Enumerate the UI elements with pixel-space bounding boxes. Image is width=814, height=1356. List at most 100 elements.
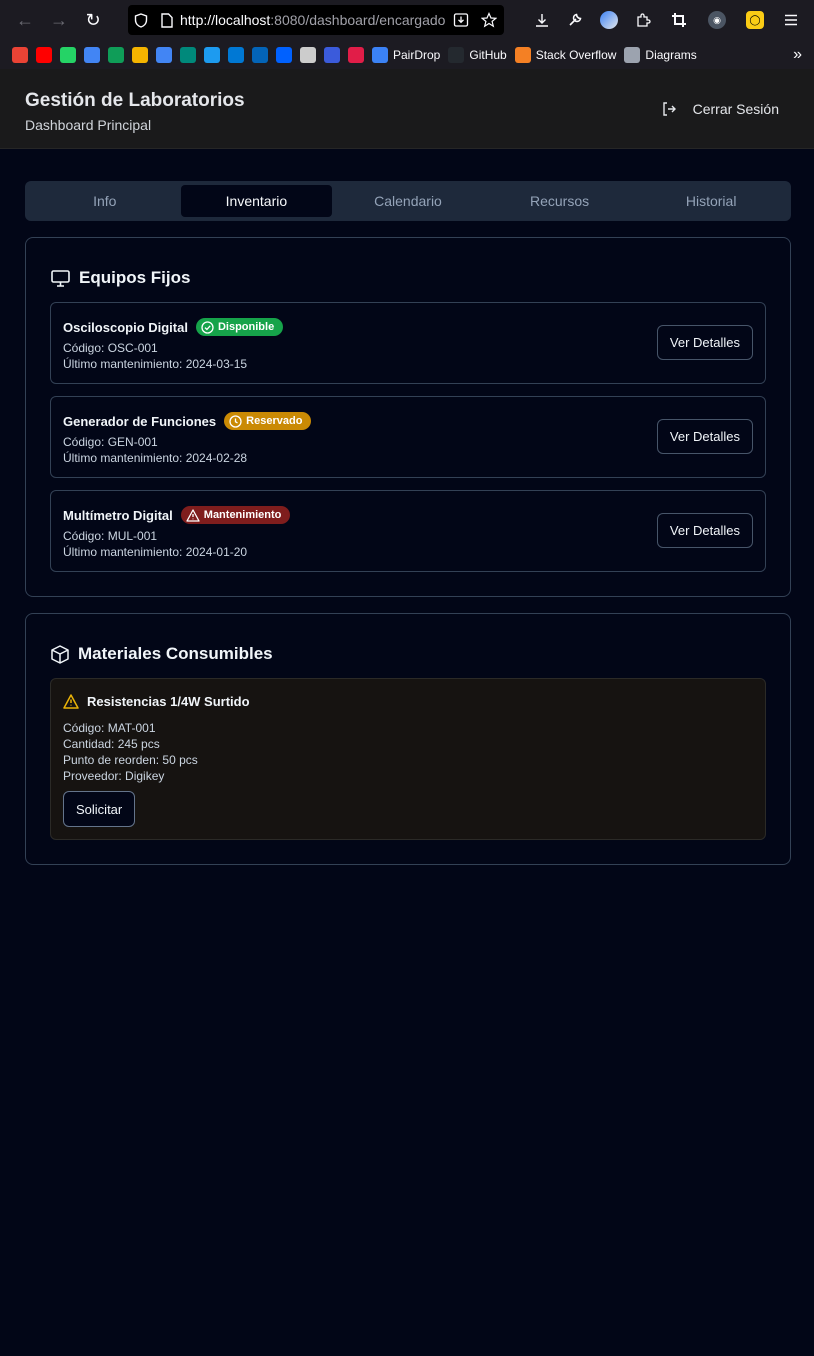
equipment-code: Código: GEN-001	[63, 435, 158, 449]
meet-icon	[180, 46, 196, 63]
bookmark-docs[interactable]	[84, 40, 100, 69]
profile-avatar-icon[interactable]	[594, 0, 624, 40]
bookmark-translate[interactable]	[156, 40, 172, 69]
material-code: Código: MAT-001	[63, 721, 156, 735]
scribd-icon	[348, 46, 364, 63]
docs-icon	[84, 46, 100, 63]
materiales-title: Materiales Consumibles	[78, 644, 273, 663]
reload-icon[interactable]: ↻	[76, 0, 110, 40]
bookmark-scribd[interactable]	[348, 40, 364, 69]
crop-icon[interactable]	[664, 0, 694, 40]
bookmark-label: GitHub	[469, 47, 507, 62]
extensions-icon[interactable]	[628, 0, 658, 40]
url-text[interactable]: http://localhost:8080/dashboard/encargad…	[180, 12, 448, 28]
bookmark-gmail[interactable]	[12, 40, 28, 69]
logout-label: Cerrar Sesión	[692, 101, 779, 117]
wrench-icon[interactable]	[560, 0, 590, 40]
bookmark-stack-overflow[interactable]: Stack Overflow	[514, 40, 617, 69]
privacy-extension-icon[interactable]: ◉	[702, 0, 732, 40]
clock-icon	[229, 414, 242, 428]
bookmark-whatsapp[interactable]	[60, 40, 76, 69]
material-reorder-point: Punto de reorden: 50 pcs	[63, 753, 198, 767]
slides-icon	[132, 46, 148, 63]
tab-calendario[interactable]: Calendario	[332, 185, 484, 217]
equipos-fijos-title: Equipos Fijos	[79, 268, 191, 287]
url-bar[interactable]: http://localhost:8080/dashboard/encargad…	[128, 5, 504, 35]
package-icon	[51, 644, 69, 664]
equipment-maintenance: Último mantenimiento: 2024-02-28	[63, 451, 248, 465]
gmail-icon	[12, 46, 28, 63]
materiales-consumibles-card: Materiales Consumibles Resistencias 1/4W…	[25, 613, 791, 865]
bookmark-slides[interactable]	[132, 40, 148, 69]
tab-info[interactable]: Info	[29, 185, 181, 217]
warning-triangle-icon	[63, 694, 79, 709]
material-name: Resistencias 1/4W Surtido	[87, 694, 250, 709]
github-copilot-icon	[300, 46, 316, 63]
bookmark-diagrams[interactable]: Diagrams	[624, 40, 697, 69]
material-name-row: Resistencias 1/4W Surtido	[63, 694, 250, 709]
back-icon[interactable]: ←	[8, 0, 42, 40]
logout-button[interactable]: Cerrar Sesión	[661, 101, 779, 117]
status-label: Mantenimiento	[203, 509, 282, 521]
ver-detalles-button[interactable]: Ver Detalles	[656, 513, 753, 548]
bookmark-onedrive[interactable]	[252, 40, 268, 69]
bookmark-label: Diagrams	[645, 47, 697, 62]
forward-icon[interactable]: →	[42, 0, 76, 40]
material-supplier: Proveedor: Digikey	[63, 769, 165, 783]
equipos-fijos-card: Equipos Fijos Osciloscopio Digital Dispo…	[25, 237, 791, 597]
youtube-icon	[36, 46, 52, 63]
menu-icon[interactable]	[776, 0, 806, 40]
tab-recursos[interactable]: Recursos	[484, 185, 636, 217]
bookmark-circle[interactable]	[324, 40, 340, 69]
logout-icon	[662, 102, 676, 116]
bookmark-github[interactable]: GitHub	[448, 40, 507, 69]
bookmark-github-copilot[interactable]	[300, 40, 316, 69]
whatsapp-icon	[60, 46, 76, 63]
stackoverflow-icon	[514, 46, 531, 63]
onedrive-icon	[252, 46, 268, 63]
lock-extension-icon[interactable]: ◯	[740, 0, 770, 40]
ver-detalles-button[interactable]: Ver Detalles	[656, 419, 753, 454]
equipos-fijos-heading: Equipos Fijos	[51, 268, 190, 288]
bookmark-meet[interactable]	[180, 40, 196, 69]
chevron-double-right-icon[interactable]: »	[793, 40, 802, 69]
bookmark-youtube[interactable]	[36, 40, 52, 69]
equipment-maintenance: Último mantenimiento: 2024-01-20	[63, 545, 248, 559]
bookmark-star-icon[interactable]	[474, 12, 504, 28]
bookmark-outlook[interactable]	[228, 40, 244, 69]
github-icon	[448, 46, 465, 63]
monitor-icon	[51, 269, 70, 287]
equipment-item-generador: Generador de Funciones Reservado Código:…	[50, 396, 766, 478]
downloads-icon[interactable]	[527, 0, 557, 40]
page-title: Gestión de Laboratorios	[25, 90, 245, 111]
page-subtitle: Dashboard Principal	[25, 117, 152, 133]
check-circle-icon	[201, 320, 214, 334]
sheets-icon	[108, 46, 124, 63]
bookmark-label: Stack Overflow	[535, 47, 617, 62]
material-quantity: Cantidad: 245 pcs	[63, 737, 160, 751]
equipment-name: Multímetro Digital	[63, 507, 173, 523]
status-label: Disponible	[217, 321, 275, 333]
tweetdeck-icon	[204, 46, 220, 63]
equipment-maintenance: Último mantenimiento: 2024-03-15	[63, 357, 248, 371]
equipment-item-multimetro: Multímetro Digital Mantenimiento Código:…	[50, 490, 766, 572]
bookmark-sheets[interactable]	[108, 40, 124, 69]
bookmark-tweetdeck[interactable]	[204, 40, 220, 69]
shield-icon	[128, 12, 154, 28]
bookmark-dropbox[interactable]	[276, 40, 292, 69]
diagrams-icon	[624, 46, 641, 63]
equipment-name: Generador de Funciones	[63, 413, 217, 429]
browser-toolbar: ← → ↻ http://localhost:8080/dashboard/en…	[0, 0, 814, 40]
tab-inventario[interactable]: Inventario	[180, 185, 333, 217]
equipment-name-row: Generador de Funciones Reservado	[63, 412, 312, 430]
solicitar-button[interactable]: Solicitar	[63, 791, 136, 827]
tab-historial[interactable]: Historial	[635, 185, 787, 217]
status-badge: Mantenimiento	[180, 506, 291, 524]
ver-detalles-button[interactable]: Ver Detalles	[656, 325, 753, 360]
outlook-icon	[228, 46, 244, 63]
circle-icon	[324, 46, 340, 63]
pairdrop-icon	[372, 46, 388, 63]
download-page-icon[interactable]	[448, 12, 474, 28]
bookmarks-bar: PairDrop GitHub Stack Overflow Diagrams	[0, 40, 814, 69]
bookmark-pairdrop[interactable]: PairDrop	[372, 40, 440, 69]
